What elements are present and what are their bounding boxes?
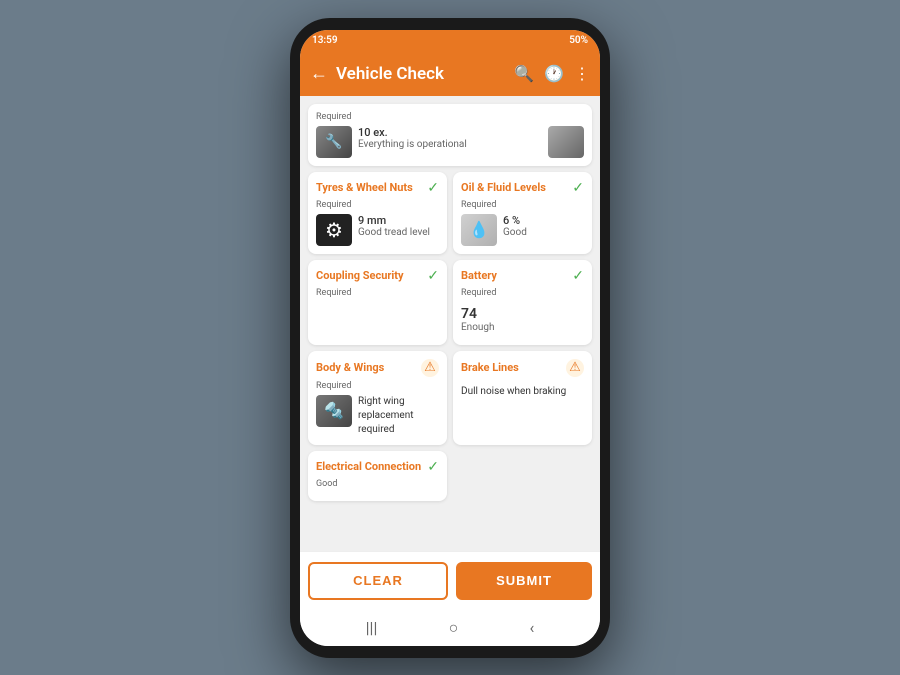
tyres-status: Good tread level (358, 227, 430, 238)
card-electrical: Electrical Connection ✓ Good (308, 451, 447, 501)
card-oil: Oil & Fluid Levels ✓ Required 💧 6 % Good (453, 172, 592, 254)
oil-label: Required (461, 200, 584, 210)
wings-value: Right wing replacement required (358, 395, 439, 437)
card-coupling-title: Coupling Security (316, 269, 404, 282)
status-battery: 50% (569, 35, 588, 46)
tyres-value: 9 mm (358, 214, 430, 227)
engine-thumbnail-2 (548, 126, 584, 158)
search-icon[interactable]: 🔍 (514, 64, 534, 83)
engine-thumbnail: 🔧 (316, 126, 352, 158)
card-brakes-title: Brake Lines (461, 361, 519, 374)
battery-check-icon: ✓ (572, 268, 584, 284)
coupling-body (316, 302, 439, 334)
card-electrical-title: Electrical Connection (316, 460, 421, 473)
history-icon[interactable]: 🕐 (544, 64, 564, 83)
card-oil-title: Oil & Fluid Levels (461, 181, 546, 194)
back-button[interactable]: ← (310, 63, 328, 84)
top-bar: ← Vehicle Check 🔍 🕐 ⋮ (300, 52, 600, 96)
nav-home-icon[interactable]: ○ (449, 618, 459, 638)
bottom-buttons: CLEAR SUBMIT (300, 551, 600, 610)
battery-label: Required (461, 288, 584, 298)
card-brakes: Brake Lines ⚠ Dull noise when braking (453, 351, 592, 445)
card-tyres: Tyres & Wheel Nuts ✓ Required ⚙ 9 mm Goo… (308, 172, 447, 254)
card-wings-title: Body & Wings (316, 361, 384, 374)
oil-check-icon: ✓ (572, 180, 584, 196)
wings-label: Required (316, 381, 439, 391)
card-tyres-title: Tyres & Wheel Nuts (316, 181, 413, 194)
coupling-check-icon: ✓ (427, 268, 439, 284)
nav-back-icon[interactable]: ‹ (530, 618, 535, 637)
oil-value: 6 % (503, 214, 527, 227)
battery-value: 74 (461, 306, 584, 322)
tyres-check-icon: ✓ (427, 180, 439, 196)
nav-bar: ||| ○ ‹ (300, 610, 600, 646)
card-battery-title: Battery (461, 269, 497, 282)
submit-button[interactable]: SUBMIT (456, 562, 592, 600)
electrical-label: Good (316, 479, 439, 489)
tyres-label: Required (316, 200, 439, 210)
partial-card-label: Required (316, 112, 584, 122)
battery-status: Enough (461, 322, 584, 333)
card-coupling: Coupling Security ✓ Required (308, 260, 447, 345)
clear-button[interactable]: CLEAR (308, 562, 448, 600)
card-battery: Battery ✓ Required 74 Enough (453, 260, 592, 345)
electrical-check-icon: ✓ (427, 459, 439, 475)
cards-grid: Tyres & Wheel Nuts ✓ Required ⚙ 9 mm Goo… (308, 172, 592, 501)
tyres-thumbnail: ⚙ (316, 214, 352, 246)
partial-top-card: Required 🔧 10 ex. Everything is operatio… (308, 104, 592, 166)
card-wings: Body & Wings ⚠ Required 🔩 Right wing rep… (308, 351, 447, 445)
brakes-value: Dull noise when braking (461, 385, 584, 399)
oil-status: Good (503, 227, 527, 238)
phone-frame: 13:59 50% ← Vehicle Check 🔍 🕐 ⋮ Required… (290, 18, 610, 658)
nav-menu-icon[interactable]: ||| (366, 618, 378, 637)
phone-screen: 13:59 50% ← Vehicle Check 🔍 🕐 ⋮ Required… (300, 30, 600, 646)
menu-icon[interactable]: ⋮ (574, 64, 590, 83)
wings-warning-icon: ⚠ (421, 359, 439, 377)
scroll-content: Required 🔧 10 ex. Everything is operatio… (300, 96, 600, 551)
brakes-warning-icon: ⚠ (566, 359, 584, 377)
top-bar-icons: 🔍 🕐 ⋮ (514, 64, 590, 83)
coupling-label: Required (316, 288, 439, 298)
status-time: 13:59 (312, 35, 338, 46)
oil-thumbnail: 💧 (461, 214, 497, 246)
page-title: Vehicle Check (336, 64, 506, 84)
wings-thumbnail: 🔩 (316, 395, 352, 427)
status-bar: 13:59 50% (300, 30, 600, 52)
